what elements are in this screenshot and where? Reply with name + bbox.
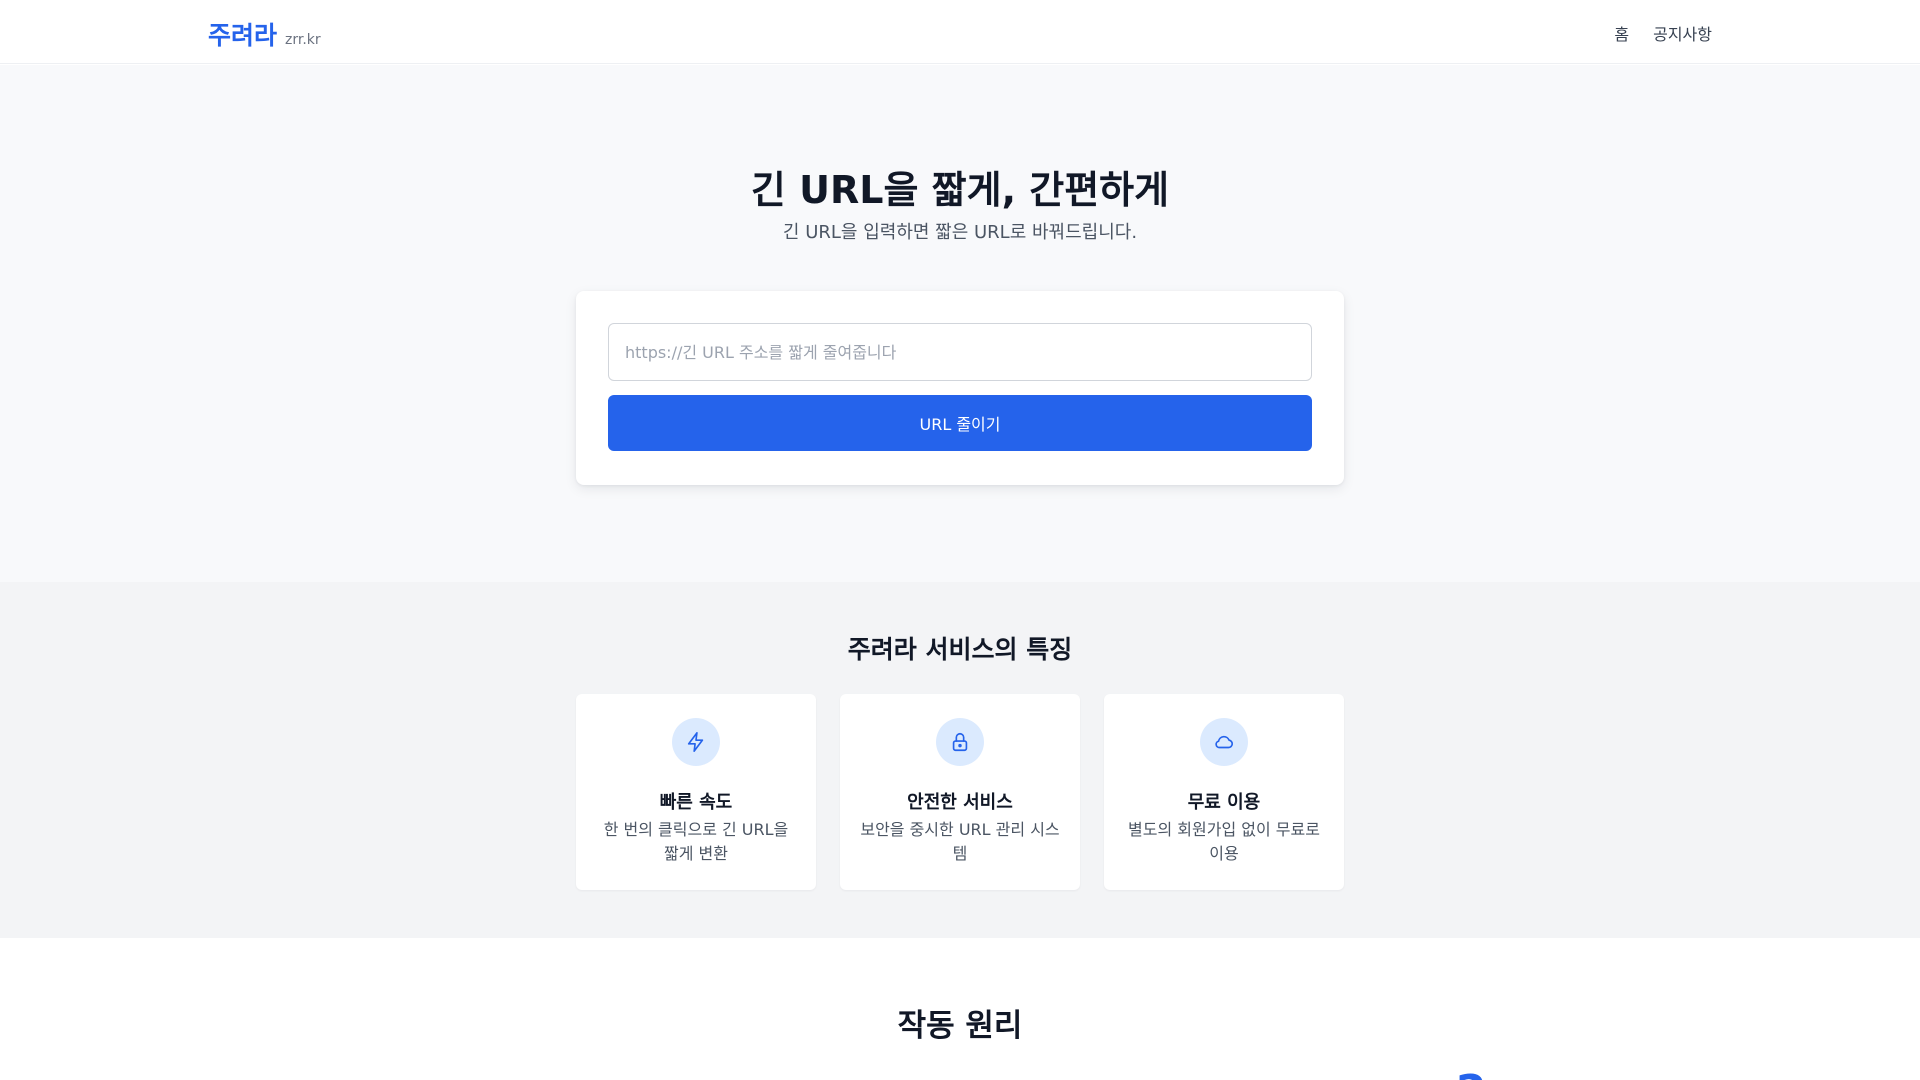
- shorten-url-button[interactable]: URL 줄이기: [608, 395, 1312, 451]
- feature-title: 빠른 속도: [659, 792, 733, 813]
- hero-title-prefix: 긴: [750, 168, 800, 212]
- feature-description: 별도의 회원가입 없이 무료로 이용: [1128, 820, 1320, 863]
- features-title: 주려라 서비스의 특징: [847, 635, 1073, 664]
- lock-icon: [936, 718, 984, 766]
- step-number: 2: [1456, 1066, 1487, 1080]
- logo-domain: zrr.kr: [285, 32, 321, 48]
- feature-title: 무료 이용: [1187, 792, 1261, 813]
- cloud-icon: [1200, 718, 1248, 766]
- feature-title: 안전한 서비스: [907, 792, 1013, 813]
- feature-card-speed: 빠른 속도 한 번의 클릭으로 긴 URL을 짧게 변환: [576, 694, 816, 890]
- feature-description: 한 번의 클릭으로 긴 URL을 짧게 변환: [603, 820, 789, 863]
- site-logo[interactable]: 주려라 zrr.kr: [208, 16, 321, 52]
- hero-title-suffix: 을 짧게, 간편하게: [883, 168, 1170, 212]
- feature-card-security: 안전한 서비스 보안을 중시한 URL 관리 시스템: [840, 694, 1080, 890]
- feature-card-free: 무료 이용 별도의 회원가입 없이 무료로 이용: [1104, 694, 1344, 890]
- hero-title-bold: URL: [799, 168, 884, 212]
- site-header: 주려라 zrr.kr 홈 공지사항: [0, 0, 1920, 64]
- features-section: 주려라 서비스의 특징 빠른 속도 한 번의 클릭으로 긴 URL을 짧게 변환…: [0, 582, 1920, 938]
- main-nav: 홈 공지사항: [1614, 21, 1712, 45]
- how-it-works-section: 작동 원리 2: [0, 938, 1920, 1080]
- nav-home-link[interactable]: 홈: [1614, 21, 1629, 45]
- hero-title: 긴 URL을 짧게, 간편하게: [0, 159, 1920, 214]
- logo-name: 주려라: [208, 21, 278, 50]
- hero-section: 긴 URL을 짧게, 간편하게 긴 URL을 입력하면 짧은 URL로 바꿔드립…: [0, 65, 1920, 582]
- hero-subtitle: 긴 URL을 입력하면 짧은 URL로 바꿔드립니다.: [782, 222, 1138, 243]
- lightning-icon: [672, 718, 720, 766]
- url-input[interactable]: [608, 323, 1312, 381]
- nav-notices-link[interactable]: 공지사항: [1653, 21, 1712, 45]
- feature-description: 보안을 중시한 URL 관리 시스템: [860, 820, 1060, 863]
- shorten-form-card: URL 줄이기: [576, 291, 1344, 485]
- how-it-works-title: 작동 원리: [897, 1008, 1023, 1044]
